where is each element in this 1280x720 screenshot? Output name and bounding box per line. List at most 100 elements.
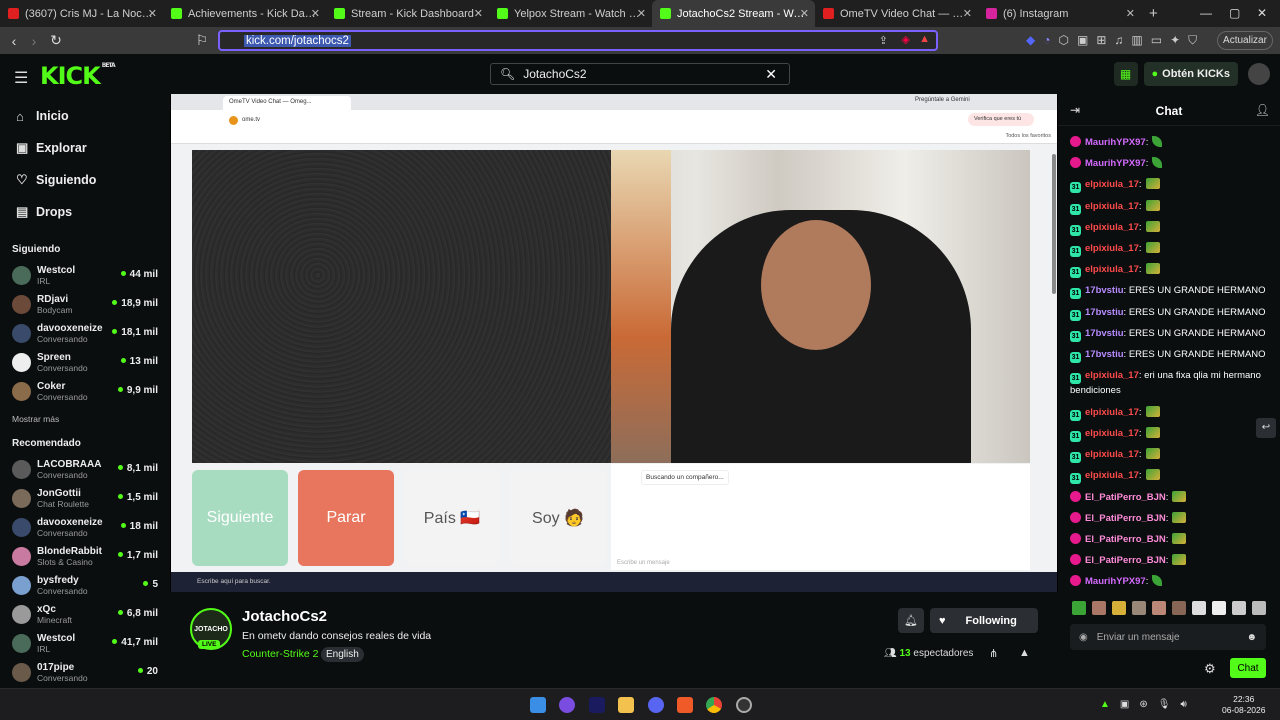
- close-tab-icon[interactable]: ✕: [148, 7, 157, 20]
- extension-icon[interactable]: ⊞: [1096, 33, 1106, 48]
- mic-icon[interactable]: 🎙︎: [1158, 699, 1171, 710]
- chat-username[interactable]: elpixiula_17: [1085, 243, 1139, 254]
- reply-icon[interactable]: ↩: [1256, 418, 1276, 438]
- chat-username[interactable]: 17bvstiu: [1085, 285, 1124, 296]
- chat-username[interactable]: elpixiula_17: [1085, 470, 1139, 481]
- obs-icon[interactable]: [736, 697, 752, 713]
- chat-message[interactable]: 31 elpixiula_17:: [1070, 259, 1274, 280]
- tray-icon[interactable]: ▲: [1100, 699, 1110, 710]
- chat-message[interactable]: El_PatiPerro_BJN:: [1070, 508, 1274, 529]
- chat-message[interactable]: MaurihYPX97:: [1070, 132, 1274, 153]
- show-more-link[interactable]: Mostrar más: [0, 406, 170, 428]
- channel-item[interactable]: Westcol IRL 44 mil: [0, 261, 170, 290]
- emote-icon[interactable]: [1152, 601, 1166, 615]
- channel-item[interactable]: davooxeneize Conversando 18,1 mil: [0, 319, 170, 348]
- url-input[interactable]: kick.com/jotachocs2 ⇪ ◈ ▲: [218, 30, 938, 51]
- get-kicks-button[interactable]: ● Obtén KICKs: [1143, 62, 1238, 86]
- emote-icon[interactable]: [1172, 601, 1186, 615]
- chat-username[interactable]: elpixiula_17: [1085, 428, 1139, 439]
- extension-icon[interactable]: ▣: [1077, 33, 1088, 48]
- chat-message[interactable]: 31 elpixiula_17:: [1070, 217, 1274, 238]
- chat-message[interactable]: MaurihYPX97:: [1070, 153, 1274, 174]
- chat-username[interactable]: 17bvstiu: [1085, 307, 1124, 318]
- browser-tab[interactable]: (6) Instagram ✕: [978, 0, 1141, 27]
- volume-icon[interactable]: 🔊︎: [1180, 699, 1186, 710]
- stream-category[interactable]: Counter-Strike 2: [242, 648, 318, 660]
- extension-icon[interactable]: ◆: [1026, 33, 1035, 48]
- chat-message[interactable]: 31 17bvstiu: ERES UN GRANDE HERMANO: [1070, 323, 1274, 344]
- close-tab-icon[interactable]: ✕: [637, 7, 646, 20]
- forward-icon[interactable]: ›: [24, 33, 44, 49]
- chat-input[interactable]: ◉ Enviar un mensaje ☻: [1070, 624, 1266, 650]
- clock[interactable]: 22:36 06-08-2026: [1222, 694, 1265, 716]
- ai-icon[interactable]: ✦: [1170, 33, 1180, 48]
- premiere-icon[interactable]: [589, 697, 605, 713]
- wallet-icon[interactable]: ▭: [1151, 33, 1162, 48]
- close-tab-icon[interactable]: ✕: [311, 7, 320, 20]
- chat-username[interactable]: El_PatiPerro_BJN: [1085, 513, 1166, 524]
- chat-message[interactable]: 31 elpixiula_17: eri una fixa qlia mi her…: [1070, 365, 1274, 402]
- channel-item[interactable]: Spreen Conversando 13 mil: [0, 348, 170, 377]
- channel-item[interactable]: JonGottii Chat Roulette 1,5 mil: [0, 484, 170, 513]
- chat-message[interactable]: El_PatiPerro_BJN:: [1070, 529, 1274, 550]
- menu-icon[interactable]: ☰: [14, 68, 28, 88]
- chat-message[interactable]: 31 17bvstiu: ERES UN GRANDE HERMANO: [1070, 344, 1274, 365]
- cortana-icon[interactable]: [559, 697, 575, 713]
- report-icon[interactable]: ▲: [1019, 647, 1030, 659]
- extension-icon[interactable]: ⬡: [1058, 33, 1068, 48]
- clear-search-icon[interactable]: ✕: [765, 66, 777, 83]
- chat-username[interactable]: MaurihYPX97: [1085, 137, 1146, 148]
- following-button[interactable]: ♥ Following: [930, 608, 1038, 633]
- channel-item[interactable]: LACOBRAAA Conversando 8,1 mil: [0, 455, 170, 484]
- emote-icon[interactable]: [1092, 601, 1106, 615]
- chat-message[interactable]: 31 elpixiula_17:: [1070, 423, 1274, 444]
- chat-username[interactable]: elpixiula_17: [1085, 449, 1139, 460]
- brave-rewards-icon[interactable]: ▲: [919, 33, 930, 45]
- sidebar-icon[interactable]: ▥: [1131, 33, 1142, 48]
- channel-item[interactable]: bysfredy Conversando 5: [0, 571, 170, 600]
- browser-tab[interactable]: Yelpox Stream - Watch Live on Kick✕: [489, 0, 652, 27]
- emote-icon[interactable]: [1112, 601, 1126, 615]
- user-avatar[interactable]: [1248, 63, 1270, 85]
- chat-message[interactable]: 31 elpixiula_17:: [1070, 402, 1274, 423]
- browser-tab[interactable]: OmeTV Video Chat — Omegle R...✕: [815, 0, 978, 27]
- chat-message[interactable]: MaurihYPX97:: [1070, 571, 1274, 592]
- chat-message[interactable]: 31 elpixiula_17:: [1070, 196, 1274, 217]
- chat-message[interactable]: El_PatiPerro_BJN:: [1070, 487, 1274, 508]
- browser-tab[interactable]: JotachoCs2 Stream - Watch L...✕: [652, 0, 815, 27]
- channel-item[interactable]: Coker Conversando 9,9 mil: [0, 377, 170, 406]
- back-icon[interactable]: ‹: [4, 33, 24, 49]
- tray-icon[interactable]: ⊛: [1139, 699, 1147, 710]
- emote-icon[interactable]: [1072, 601, 1086, 615]
- video-player[interactable]: OmeTV Video Chat — Omeg... Pregúntale a …: [170, 94, 1058, 592]
- chat-message[interactable]: 31 elpixiula_17:: [1070, 444, 1274, 465]
- channel-item[interactable]: RDjavi Bodycam 18,9 mil: [0, 290, 170, 319]
- close-tab-icon[interactable]: ✕: [963, 7, 972, 20]
- browser-tab[interactable]: Stream - Kick Dashboard ✕: [326, 0, 489, 27]
- notification-bell-icon[interactable]: 🔔︎: [898, 608, 924, 633]
- chat-username[interactable]: 17bvstiu: [1085, 328, 1124, 339]
- channel-item[interactable]: 017pipe Conversando 20: [0, 658, 170, 687]
- vpn-icon[interactable]: ⛉: [1188, 33, 1197, 48]
- emote-icon[interactable]: [1132, 601, 1146, 615]
- channel-name[interactable]: JotachoCs2: [242, 608, 327, 625]
- chat-message[interactable]: 31 elpixiula_17:: [1070, 238, 1274, 259]
- chat-username[interactable]: MaurihYPX97: [1085, 576, 1146, 587]
- chat-username[interactable]: elpixiula_17: [1085, 264, 1139, 275]
- channel-item[interactable]: Westcol IRL 41,7 mil: [0, 629, 170, 658]
- channel-item[interactable]: xQc Minecraft 6,8 mil: [0, 600, 170, 629]
- brave-icon[interactable]: [677, 697, 693, 713]
- search-input[interactable]: 🔍︎ JotachoCs2 ✕: [490, 63, 790, 85]
- brave-shield-icon[interactable]: ◈: [902, 33, 910, 46]
- nav-item-inicio[interactable]: ⌂ Inicio: [0, 100, 170, 132]
- chat-settings-icon[interactable]: ⚙: [1204, 661, 1216, 677]
- start-icon[interactable]: [530, 697, 546, 713]
- chat-username[interactable]: elpixiula_17: [1085, 407, 1139, 418]
- close-tab-icon[interactable]: ✕: [474, 7, 483, 20]
- chat-message[interactable]: 31 elpixiula_17:: [1070, 174, 1274, 195]
- chat-message[interactable]: El_PatiPerro_BJN:: [1070, 550, 1274, 571]
- language-tag[interactable]: English: [321, 647, 364, 662]
- nav-item-drops[interactable]: ▤ Drops: [0, 196, 170, 228]
- close-tab-icon[interactable]: ✕: [800, 7, 809, 20]
- browser-tab[interactable]: (3607) Cris MJ - La Noche Está (V...✕: [0, 0, 163, 27]
